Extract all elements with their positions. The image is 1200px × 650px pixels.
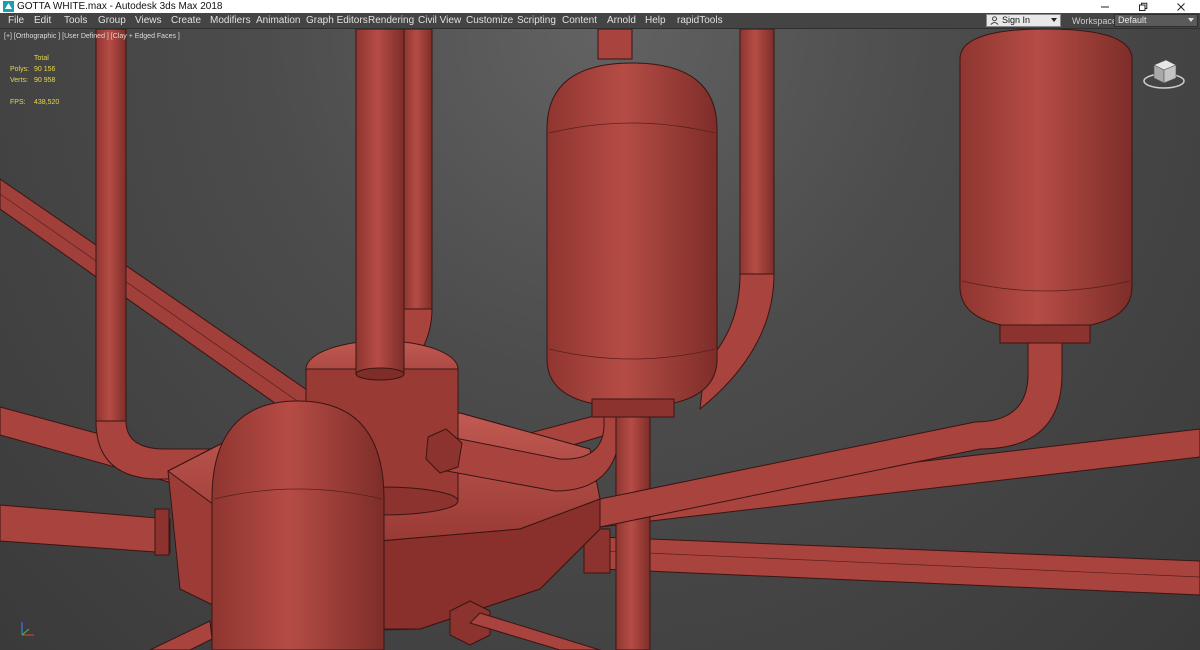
capsule-right-collar xyxy=(591,398,675,418)
axis-gizmo-icon xyxy=(21,622,34,636)
pillar-front xyxy=(615,416,651,650)
close-button[interactable] xyxy=(1162,0,1200,13)
menu-scripting[interactable]: Scripting xyxy=(517,13,556,29)
menu-edit[interactable]: Edit xyxy=(34,13,51,29)
chevron-down-icon xyxy=(1051,18,1057,22)
menu-rapidtools[interactable]: rapidTools xyxy=(677,13,723,29)
stats-polys-value: 90 156 xyxy=(34,66,56,73)
menu-rendering[interactable]: Rendering xyxy=(368,13,414,29)
menu-bar: File Edit Tools Group Views Create Modif… xyxy=(0,13,1200,29)
pipe-center xyxy=(355,29,405,375)
pipe-back-3 xyxy=(597,29,633,60)
3ds-max-app-icon xyxy=(3,1,14,12)
capsule-far-right xyxy=(959,29,1133,330)
menu-modifiers[interactable]: Modifiers xyxy=(210,13,251,29)
menu-civil-view[interactable]: Civil View xyxy=(418,13,461,29)
stats-fps-key: FPS: xyxy=(10,99,26,106)
arm-left-nut xyxy=(154,508,170,556)
restore-icon xyxy=(1139,2,1148,11)
sign-in-label: Sign In xyxy=(1002,15,1031,25)
menu-tools[interactable]: Tools xyxy=(64,13,87,29)
window-controls xyxy=(1086,0,1200,13)
stats-fps-value: 438,520 xyxy=(34,99,60,106)
menu-group[interactable]: Group xyxy=(98,13,126,29)
arm-left-lower xyxy=(0,504,171,554)
menu-arnold[interactable]: Arnold xyxy=(607,13,636,29)
capsule-front-left xyxy=(211,400,385,650)
menu-help[interactable]: Help xyxy=(645,13,666,29)
model-geometry xyxy=(0,29,1200,650)
viewport-scene xyxy=(0,29,1200,650)
minimize-button[interactable] xyxy=(1086,0,1124,13)
workspace-value: Default xyxy=(1118,15,1147,25)
stats-verts-key: Verts: xyxy=(10,77,28,84)
pipe-back-2 xyxy=(403,29,433,310)
viewport-label[interactable]: [+] [Orthographic ] [User Defined ] [Cla… xyxy=(4,33,180,40)
bottom-left-pipe xyxy=(149,620,213,650)
sign-in-dropdown[interactable]: Sign In xyxy=(986,14,1061,27)
window-title: GOTTA WHITE.max - Autodesk 3ds Max 2018 xyxy=(17,1,223,12)
perspective-viewport[interactable]: [+] [Orthographic ] [User Defined ] [Cla… xyxy=(0,29,1200,650)
menu-graph-editors[interactable]: Graph Editors xyxy=(306,13,368,29)
workspace-select[interactable]: Default xyxy=(1114,14,1198,27)
menu-file[interactable]: File xyxy=(8,13,24,29)
pipe-back-4 xyxy=(739,29,775,275)
viewcube-icon[interactable] xyxy=(1140,51,1188,91)
chevron-down-icon xyxy=(1188,18,1194,22)
menu-views[interactable]: Views xyxy=(135,13,162,29)
stats-polys-key: Polys: xyxy=(10,66,30,73)
pipe-back-1 xyxy=(95,29,127,422)
minimize-icon xyxy=(1101,6,1109,7)
menu-content[interactable]: Content xyxy=(562,13,597,29)
capsule-far-right-collar xyxy=(999,324,1091,344)
title-bar: GOTTA WHITE.max - Autodesk 3ds Max 2018 xyxy=(0,0,1200,13)
user-icon xyxy=(990,16,999,25)
arm-right-lower xyxy=(599,536,1200,596)
close-icon xyxy=(1177,2,1185,11)
menu-animation[interactable]: Animation xyxy=(256,13,300,29)
menu-customize[interactable]: Customize xyxy=(466,13,513,29)
restore-button[interactable] xyxy=(1124,0,1162,13)
stats-header: Total xyxy=(34,55,49,62)
capsule-right xyxy=(546,62,718,408)
stats-verts-value: 90 958 xyxy=(34,77,56,84)
menu-create[interactable]: Create xyxy=(171,13,201,29)
